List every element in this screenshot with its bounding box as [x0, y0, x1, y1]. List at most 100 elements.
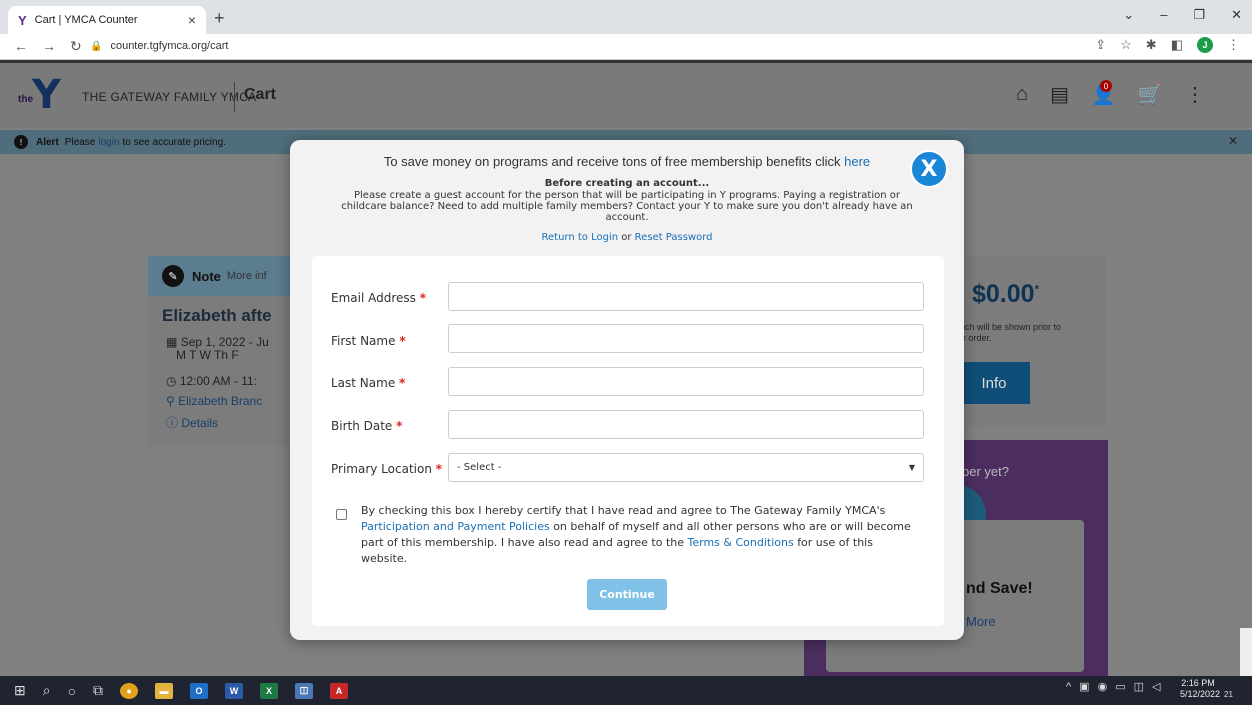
home-icon[interactable]: ⌂ [1016, 83, 1028, 106]
remote-desktop-icon[interactable]: ◫ [295, 682, 314, 699]
browser-menu-icon[interactable]: ⋮ [1227, 37, 1240, 53]
taskbar-apps: ⊞ ⌕ ○ ⧉ ● ▬ O W X ◫ A [14, 682, 349, 699]
site-name: THE GATEWAY FAMILY YMCA [82, 90, 257, 104]
ymca-y-logo-icon: Y [32, 72, 61, 118]
tab-search-icon[interactable]: ⌄ [1123, 7, 1134, 23]
minimize-icon[interactable]: – [1160, 7, 1167, 23]
membership-promo-text: To save money on programs and receive to… [384, 154, 870, 169]
last-name-label: Last Name * [331, 376, 405, 390]
guest-account-note: Please create a guest account for the pe… [341, 190, 913, 223]
email-field[interactable] [448, 282, 924, 311]
birth-date-field[interactable] [448, 410, 924, 439]
total-note-line1: hich will be shown prior to [958, 322, 1062, 332]
program-date-text: Sep 1, 2022 - Ju [180, 335, 269, 349]
tray-security-icon[interactable]: ◉ [1098, 680, 1108, 693]
program-location-link: Elizabeth Branc [178, 394, 263, 408]
birth-date-label-text: Birth Date [331, 419, 393, 433]
tray-app-icon[interactable]: ▣ [1079, 680, 1089, 693]
system-tray: ^ ▣ ◉ ▭ ◫ ◁ [1066, 680, 1160, 694]
notification-center-icon[interactable]: 21 [1224, 686, 1233, 700]
chrome-icon[interactable]: ● [120, 682, 139, 699]
calendar-icon: ▦ [166, 335, 178, 349]
participation-policies-link[interactable]: Participation and Payment Policies [361, 520, 550, 533]
terms-conditions-link[interactable]: Terms & Conditions [688, 536, 794, 549]
outlook-icon[interactable]: O [190, 682, 209, 699]
cortana-icon[interactable]: ○ [68, 683, 76, 699]
nav-buttons: ← → ↻ [14, 38, 82, 55]
window-controls: ⌄ – ❐ ✕ [1123, 7, 1242, 23]
url-text: counter.tgfymca.org/cart [110, 40, 229, 52]
task-view-icon[interactable]: ⧉ [93, 682, 103, 699]
dropdown-caret-icon: ▼ [908, 463, 915, 472]
taskbar-clock[interactable]: 2:16 PM 5/12/2022 [1180, 678, 1220, 700]
extensions-icon[interactable]: ✱ [1146, 37, 1157, 53]
program-time: ◷ 12:00 AM - 11: [166, 374, 257, 388]
taskbar-search-icon[interactable]: ⌕ [43, 682, 51, 699]
excel-icon[interactable]: X [260, 682, 279, 699]
file-explorer-icon[interactable]: ▬ [155, 682, 174, 699]
continue-button[interactable]: Continue [587, 579, 667, 610]
more-menu-icon[interactable]: ⋮ [1185, 82, 1205, 107]
lock-icon[interactable]: 🔒 [90, 41, 102, 52]
windows-start-icon[interactable]: ⊞ [14, 682, 26, 699]
restore-icon[interactable]: ❐ [1193, 7, 1205, 23]
bookmark-star-icon[interactable]: ☆ [1120, 37, 1132, 53]
order-total-amount: $0.00 [972, 280, 1035, 308]
birth-date-label: Birth Date * [331, 419, 402, 433]
new-tab-icon[interactable]: + [214, 8, 225, 29]
alert-login-link[interactable]: login [98, 137, 119, 148]
battery-icon[interactable]: ▭ [1115, 680, 1125, 693]
order-total: $0.00* [972, 280, 1039, 308]
url-field[interactable]: 🔒 counter.tgfymca.org/cart [90, 36, 1090, 56]
pencil-icon: ✎ [162, 265, 184, 287]
program-date: ▦ Sep 1, 2022 - Ju M T W Th F [166, 336, 269, 362]
primary-location-label: Primary Location * [331, 462, 442, 476]
required-mark: * [399, 376, 406, 390]
promo-here-link[interactable]: here [844, 154, 870, 169]
agree-checkbox[interactable] [336, 509, 347, 520]
forward-icon[interactable]: → [42, 38, 56, 55]
before-creating-title: Before creating an account... [544, 178, 710, 189]
location-selected-value: - Select - [457, 462, 502, 473]
profile-avatar[interactable]: J [1197, 37, 1213, 53]
page-title: Cart [244, 86, 277, 103]
acrobat-icon[interactable]: A [330, 682, 349, 699]
program-days: M T W Th F [176, 348, 239, 362]
required-mark: * [399, 334, 406, 348]
promo-save-text: nd Save! [966, 580, 1033, 597]
word-icon[interactable]: W [225, 682, 244, 699]
program-search-icon[interactable]: ▤ [1050, 82, 1069, 107]
notification-count: 21 [1224, 690, 1233, 699]
primary-location-label-text: Primary Location [331, 462, 432, 476]
login-links: Return to Login or Reset Password [290, 232, 964, 243]
alert-close-icon[interactable]: ✕ [1228, 134, 1238, 148]
program-details-link: Details [181, 416, 219, 430]
primary-location-select[interactable]: - Select - ▼ [448, 453, 924, 482]
email-label-text: Email Address [331, 291, 416, 305]
last-name-field[interactable] [448, 367, 924, 396]
side-panel-icon[interactable]: ◧ [1171, 37, 1183, 53]
ymca-logo[interactable]: the Y [16, 72, 70, 118]
guest-account-form [312, 256, 944, 626]
total-note: hich will be shown prior to ur order. [958, 322, 1061, 344]
window-close-icon[interactable]: ✕ [1231, 7, 1242, 23]
program-time-text: 12:00 AM - 11: [179, 374, 257, 388]
tab-close-icon[interactable]: × [188, 12, 196, 28]
return-to-login-link[interactable]: Return to Login [542, 232, 619, 243]
or-text: or [621, 232, 632, 243]
share-icon[interactable]: ⇪ [1095, 37, 1106, 53]
first-name-field[interactable] [448, 324, 924, 353]
ymca-favicon-icon: Y [18, 12, 27, 28]
cart-icon[interactable]: 🛒 [1138, 82, 1163, 107]
map-pin-icon: ⚲ [166, 394, 175, 408]
network-icon[interactable]: ◫ [1134, 680, 1144, 693]
show-hidden-icons-icon[interactable]: ^ [1066, 681, 1071, 693]
reset-password-link[interactable]: Reset Password [635, 232, 713, 243]
back-icon[interactable]: ← [14, 38, 28, 55]
volume-icon[interactable]: ◁ [1152, 680, 1160, 693]
clock-time: 2:16 PM [1181, 678, 1215, 688]
reload-icon[interactable]: ↻ [70, 38, 82, 55]
agreement-text: By checking this box I hereby certify th… [361, 503, 921, 567]
browser-tab[interactable]: Y Cart | YMCA Counter × [8, 6, 206, 34]
required-mark: * [419, 291, 427, 305]
